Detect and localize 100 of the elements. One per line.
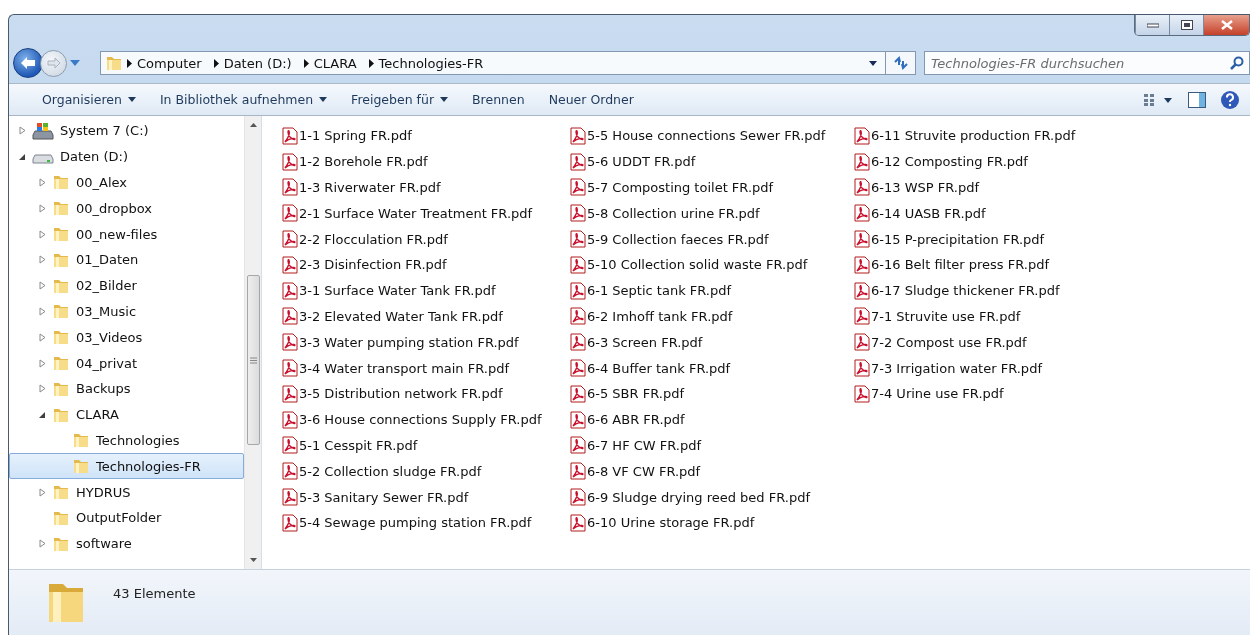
file-item[interactable]: 5-1 Cesspit FR.pdf	[282, 432, 570, 459]
file-item[interactable]: 5-10 Collection solid waste FR.pdf	[570, 252, 854, 278]
file-item[interactable]: 3-2 Elevated Water Tank FR.pdf	[282, 303, 570, 330]
search-field[interactable]: Technologies-FR durchsuchen	[924, 51, 1250, 75]
tree-item[interactable]: 00_new-files	[9, 221, 244, 247]
expand-arrow-icon[interactable]	[38, 306, 46, 316]
file-item[interactable]: 6-3 Screen FR.pdf	[570, 329, 854, 356]
file-item[interactable]: 5-8 Collection urine FR.pdf	[570, 200, 854, 227]
file-item[interactable]: 7-2 Compost use FR.pdf	[854, 329, 1154, 356]
tree-item[interactable]: Backups	[9, 375, 244, 402]
file-item[interactable]: 1-1 Spring FR.pdf	[282, 123, 570, 149]
file-item[interactable]: 6-11 Struvite production FR.pdf	[854, 123, 1154, 149]
file-item[interactable]: 1-3 Riverwater FR.pdf	[282, 174, 570, 201]
expand-arrow-icon[interactable]	[38, 332, 46, 342]
dropdown-arrow-icon[interactable]	[869, 60, 877, 66]
file-item[interactable]: 5-2 Collection sludge FR.pdf	[282, 458, 570, 485]
expand-arrow-icon[interactable]	[38, 203, 46, 213]
toolbar-button[interactable]: Neuer Ordner	[539, 88, 643, 111]
file-item[interactable]: 5-6 UDDT FR.pdf	[570, 148, 854, 175]
toolbar-button[interactable]: Freigeben für	[342, 88, 458, 111]
toolbar-button[interactable]: Organisieren	[33, 88, 145, 111]
file-item[interactable]: 6-1 Septic tank FR.pdf	[570, 277, 854, 304]
toolbar-button[interactable]: In Bibliothek aufnehmen	[150, 88, 337, 111]
file-item[interactable]: 5-3 Sanitary Sewer FR.pdf	[282, 484, 570, 510]
tree-item[interactable]: HYDRUS	[9, 479, 244, 505]
file-item[interactable]: 6-17 Sludge thickener FR.pdf	[854, 277, 1154, 304]
tree-item[interactable]: 03_Videos	[9, 324, 244, 351]
pdf-file-icon	[854, 152, 870, 171]
expand-arrow-icon[interactable]	[38, 358, 46, 368]
expand-arrow-icon[interactable]	[38, 255, 46, 265]
file-item[interactable]: 6-6 ABR FR.pdf	[570, 406, 854, 433]
file-item[interactable]: 2-2 Flocculation FR.pdf	[282, 226, 570, 252]
file-item[interactable]: 3-6 House connections Supply FR.pdf	[282, 406, 570, 433]
scroll-down-icon[interactable]	[249, 558, 257, 562]
tree-item[interactable]: 01_Daten	[9, 247, 244, 273]
tree-item[interactable]: 03_Music	[9, 298, 244, 325]
view-options-icon[interactable]	[1144, 93, 1174, 106]
scroll-thumb[interactable]	[246, 275, 260, 445]
file-item[interactable]: 7-4 Urine use FR.pdf	[854, 380, 1154, 407]
expand-arrow-icon[interactable]	[18, 126, 26, 136]
file-item[interactable]: 2-1 Surface Water Treatment FR.pdf	[282, 200, 570, 227]
collapse-arrow-icon[interactable]	[18, 152, 26, 161]
file-item[interactable]: 1-2 Borehole FR.pdf	[282, 148, 570, 175]
file-item[interactable]: 6-10 Urine storage FR.pdf	[570, 509, 854, 536]
breadcrumb-item[interactable]: Technologies-FR	[376, 55, 492, 71]
tree-item[interactable]: 00_Alex	[9, 169, 244, 196]
history-dropdown-icon[interactable]	[70, 60, 80, 66]
file-item[interactable]: 6-8 VF CW FR.pdf	[570, 458, 854, 485]
toolbar-button[interactable]: Brennen	[463, 88, 534, 111]
collapse-arrow-icon[interactable]	[38, 410, 46, 419]
file-item[interactable]: 6-14 UASB FR.pdf	[854, 200, 1154, 227]
scrollbar[interactable]	[244, 116, 261, 569]
file-item[interactable]: 2-3 Disinfection FR.pdf	[282, 252, 570, 278]
tree-item[interactable]: Daten (D:)	[9, 143, 244, 170]
expand-arrow-icon[interactable]	[38, 539, 46, 549]
tree-item[interactable]: OutputFolder	[9, 504, 244, 531]
file-item[interactable]: 7-3 Irrigation water FR.pdf	[854, 355, 1154, 381]
file-item[interactable]: 3-3 Water pumping station FR.pdf	[282, 329, 570, 356]
file-item[interactable]: 6-2 Imhoff tank FR.pdf	[570, 303, 854, 330]
tree-item[interactable]: System 7 (C:)	[9, 118, 244, 144]
file-item[interactable]: 6-4 Buffer tank FR.pdf	[570, 355, 854, 381]
tree-item[interactable]: Technologies-FR	[9, 453, 244, 480]
tree-item[interactable]: 00_dropbox	[9, 195, 244, 222]
file-item[interactable]: 5-9 Collection faeces FR.pdf	[570, 226, 854, 252]
file-item[interactable]: 3-1 Surface Water Tank FR.pdf	[282, 277, 570, 304]
tree-item[interactable]: Technologies	[9, 427, 244, 454]
file-item[interactable]: 5-7 Composting toilet FR.pdf	[570, 174, 854, 201]
help-icon[interactable]	[1220, 89, 1240, 110]
file-item[interactable]: 6-15 P-precipitation FR.pdf	[854, 226, 1154, 252]
breadcrumb-item[interactable]: Computer	[135, 55, 210, 71]
back-button[interactable]	[13, 48, 43, 78]
expand-arrow-icon[interactable]	[38, 384, 46, 394]
close-button[interactable]	[1203, 15, 1249, 35]
tree-item[interactable]: 02_Bilder	[9, 272, 244, 299]
expand-arrow-icon[interactable]	[38, 229, 46, 239]
file-item[interactable]: 5-5 House connections Sewer FR.pdf	[570, 123, 854, 149]
file-item[interactable]: 3-5 Distribution network FR.pdf	[282, 380, 570, 407]
search-icon[interactable]	[1230, 56, 1244, 70]
file-item[interactable]: 6-13 WSP FR.pdf	[854, 174, 1154, 201]
file-item[interactable]: 5-4 Sewage pumping station FR.pdf	[282, 509, 570, 536]
expand-arrow-icon[interactable]	[38, 281, 46, 291]
maximize-button[interactable]	[1169, 15, 1203, 35]
refresh-button[interactable]	[886, 51, 916, 75]
file-item[interactable]: 3-4 Water transport main FR.pdf	[282, 355, 570, 381]
address-bar[interactable]: Computer Daten (D:) CLARA Technologies-FR	[100, 51, 886, 75]
breadcrumb-item[interactable]: CLARA	[311, 55, 365, 71]
file-item[interactable]: 6-16 Belt filter press FR.pdf	[854, 252, 1154, 278]
tree-item[interactable]: software	[9, 530, 244, 557]
tree-item[interactable]: CLARA	[9, 401, 244, 428]
file-item[interactable]: 6-9 Sludge drying reed bed FR.pdf	[570, 484, 854, 510]
expand-arrow-icon[interactable]	[38, 178, 46, 187]
breadcrumb-item[interactable]: Daten (D:)	[221, 55, 300, 71]
file-item[interactable]: 6-7 HF CW FR.pdf	[570, 432, 854, 459]
file-item[interactable]: 6-12 Composting FR.pdf	[854, 148, 1154, 175]
tree-item[interactable]: 04_privat	[9, 350, 244, 376]
preview-pane-icon[interactable]	[1188, 91, 1206, 108]
file-item[interactable]: 7-1 Struvite use FR.pdf	[854, 303, 1154, 330]
expand-arrow-icon[interactable]	[38, 487, 46, 497]
scroll-up-icon[interactable]	[249, 123, 257, 127]
file-item[interactable]: 6-5 SBR FR.pdf	[570, 380, 854, 407]
